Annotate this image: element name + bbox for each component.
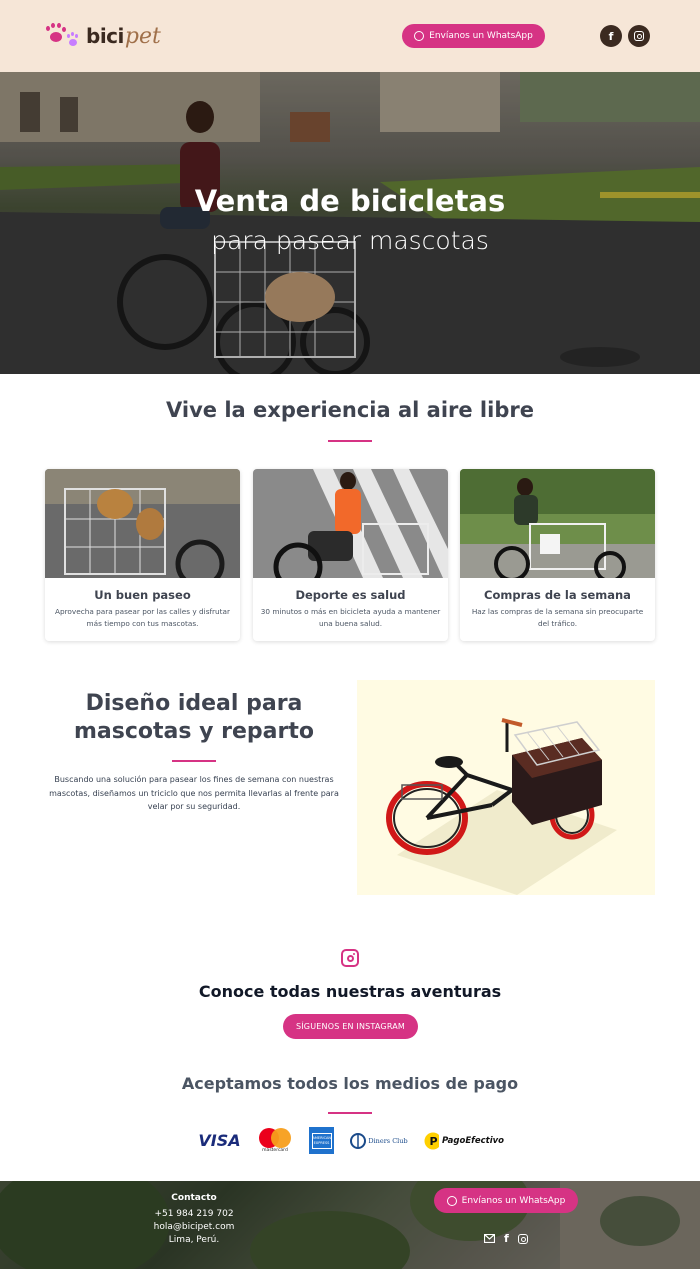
paw-icon [44, 22, 82, 50]
section-divider [328, 440, 372, 442]
footer-contact-heading: Contacto [171, 1193, 217, 1203]
svg-text:P: P [430, 1135, 438, 1148]
hero-title: Venta de bicicletas [194, 184, 506, 218]
mail-icon[interactable] [484, 1234, 495, 1243]
card-sport: Deporte es salud 30 minutos o más en bic… [253, 469, 448, 641]
instagram-icon[interactable] [517, 1233, 528, 1244]
bicipet-logo[interactable]: bici pet [44, 20, 161, 52]
mastercard-circles-icon [259, 1128, 291, 1148]
diners-logo: Diners Club [350, 1127, 408, 1154]
payments-divider [328, 1112, 372, 1114]
design-text: Buscando una solución para pasear los fi… [49, 775, 339, 811]
tricycle-render [357, 680, 655, 895]
mastercard-logo-text: mastercard [262, 1148, 288, 1153]
card-shopping: Compras de la semana Haz las compras de … [460, 469, 655, 641]
footer-overlay [0, 1181, 700, 1269]
card-sport-photo [253, 469, 448, 592]
whatsapp-button-label: Envíanos un WhatsApp [461, 1195, 566, 1206]
visa-logo-text: VISA [198, 1131, 241, 1150]
instagram-icon [634, 31, 644, 41]
footer-social: f [484, 1232, 528, 1245]
facebook-icon[interactable]: f [504, 1232, 509, 1245]
footer-phone[interactable]: +51 984 219 702 [120, 1209, 268, 1219]
site-header: bici pet Envíanos un WhatsApp f [0, 0, 700, 72]
card-sport-title: Deporte es salud [295, 588, 406, 602]
tricycle-illustration [386, 718, 617, 895]
instagram-title: Conoce todas nuestras aventuras [198, 982, 502, 1001]
facebook-link[interactable]: f [600, 25, 622, 47]
whatsapp-icon [446, 1195, 457, 1206]
instagram-link[interactable] [628, 25, 650, 47]
card-sport-text: 30 minutos o más en bicicleta ayuda a ma… [260, 607, 441, 628]
whatsapp-button-footer[interactable]: Envíanos un WhatsApp [434, 1188, 578, 1213]
pagoefectivo-logo: P PagoEfectivo [424, 1127, 504, 1154]
hero-overlay [0, 72, 700, 374]
card-shopping-title: Compras de la semana [484, 588, 631, 602]
pagoefectivo-icon: P [424, 1132, 439, 1149]
whatsapp-button-header[interactable]: Envíanos un WhatsApp [402, 24, 545, 48]
hero-banner: Venta de bicicletas para pasear mascotas [0, 72, 700, 374]
whatsapp-icon [414, 31, 425, 41]
logo-text-bici: bici [86, 24, 124, 48]
card-shopping-text: Haz las compras de la semana sin preocup… [471, 607, 644, 628]
design-title-line1: Diseño ideal para [85, 691, 303, 716]
experience-title: Vive la experiencia al aire libre [166, 398, 534, 422]
facebook-icon: f [608, 29, 614, 43]
payments-title: Aceptamos todos los medios de pago [181, 1074, 519, 1093]
card-walk: Un buen paseo Aprovecha para pasear por … [45, 469, 240, 641]
amex-logo: AMERICAN EXPRESS [309, 1127, 334, 1154]
card-walk-photo [45, 469, 240, 589]
card-walk-text: Aprovecha para pasear por las calles y d… [54, 607, 231, 628]
amex-logo-text: AMERICAN EXPRESS [311, 1132, 332, 1149]
pagoefectivo-logo-text: PagoEfectivo [441, 1135, 504, 1146]
follow-instagram-button[interactable]: SÍGUENOS EN INSTAGRAM [283, 1014, 418, 1039]
card-walk-title: Un buen paseo [94, 588, 191, 602]
whatsapp-button-label: Envíanos un WhatsApp [429, 31, 533, 41]
diners-circle-icon [350, 1132, 367, 1149]
design-title: Diseño ideal para mascotas y reparto [44, 690, 344, 746]
visa-logo: VISA [197, 1127, 242, 1154]
logo-text-pet: pet [124, 23, 161, 49]
footer-email[interactable]: hola@bicipet.com [120, 1222, 268, 1232]
instagram-icon [341, 949, 359, 967]
hero-subtitle: para pasear mascotas [211, 226, 489, 255]
design-title-line2: mascotas y reparto [74, 719, 314, 744]
design-divider [172, 760, 216, 762]
footer-location: Lima, Perú. [168, 1235, 220, 1245]
diners-logo-text: Diners Club [368, 1136, 408, 1145]
mastercard-logo: mastercard [256, 1127, 294, 1154]
site-footer [0, 1181, 700, 1269]
card-shopping-photo [460, 469, 655, 583]
